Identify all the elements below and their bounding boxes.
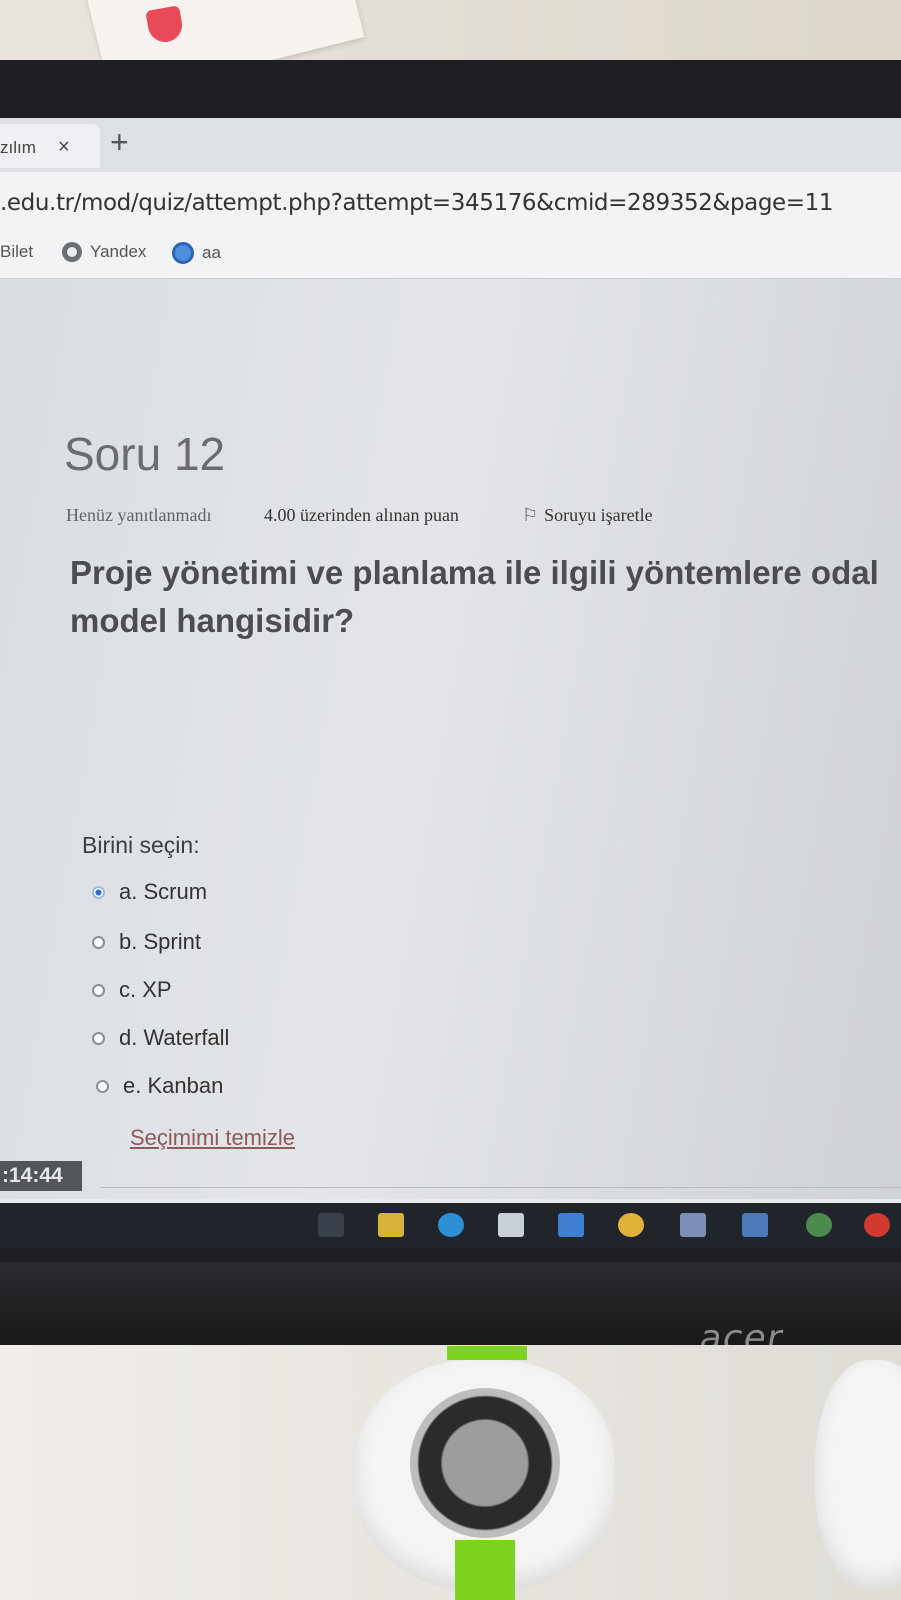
option-label: a. Scrum [119,879,208,904]
radio-selected[interactable] [92,885,105,899]
question-text: Proje yönetimi ve planlama ile ilgili yö… [70,549,901,645]
chrome-icon[interactable] [618,1213,644,1237]
screen: zılım × + .edu.tr/mod/quiz/attempt.php?a… [0,118,901,1248]
bookmark-yandex[interactable]: Yandex [62,242,146,262]
browser-tab[interactable]: zılım × [0,124,100,168]
option-b[interactable]: b. Sprint [92,929,201,955]
quiz-timer: :14:44 [0,1161,82,1191]
option-label: b. Sprint [119,929,201,954]
url-text[interactable]: .edu.tr/mod/quiz/attempt.php?attempt=345… [0,190,834,216]
divider [100,1187,901,1188]
bookmark-label: aa [202,243,221,262]
speaker-right [815,1360,901,1590]
flag-icon: ⚐ [522,505,539,525]
question-line-2: model hangisidir? [70,602,355,639]
radio-unselected[interactable] [96,1079,109,1093]
quiz-content: Soru 12 Henüz yanıtlanmadı 4.00 üzerinde… [0,279,901,1199]
question-status: Henüz yanıtlanmadı [66,505,212,525]
question-points: 4.00 üzerinden alınan puan [264,505,459,525]
question-line-1: Proje yönetimi ve planlama ile ilgili yö… [70,554,879,591]
task-view-icon[interactable] [318,1213,344,1237]
radio-unselected[interactable] [92,935,105,949]
photos-icon[interactable] [680,1213,706,1237]
tab-bar: zılım × + [0,118,901,172]
speaker-stripe [447,1346,527,1360]
radio-unselected[interactable] [92,1031,105,1045]
option-e[interactable]: e. Kanban [96,1073,223,1099]
option-label: e. Kanban [123,1073,224,1098]
mail-icon[interactable] [558,1213,584,1237]
flag-label: Soruyu işaretle [544,505,653,525]
edge-icon[interactable] [438,1213,464,1237]
file-explorer-icon[interactable] [378,1213,404,1237]
bookmark-label: Bilet [0,242,34,261]
close-tab-icon[interactable]: × [58,136,70,159]
choose-label: Birini seçin: [82,832,200,858]
store-icon[interactable] [498,1213,524,1237]
speaker-stripe [455,1540,515,1600]
flag-question-link[interactable]: ⚐ Soruyu işaretle [522,505,653,526]
speaker-cone [410,1388,560,1538]
bookmark-bilet[interactable]: Bilet [0,242,33,262]
taskbar [0,1203,901,1248]
question-title: Soru 12 [64,428,226,480]
app-cube-icon[interactable] [742,1213,768,1237]
clear-choice-link[interactable]: Seçimimi temizle [130,1125,295,1151]
bookmarks-bar: Bilet Yandex aa [0,234,901,279]
address-bar[interactable]: .edu.tr/mod/quiz/attempt.php?attempt=345… [0,172,901,234]
globe-icon [62,242,82,262]
opera-icon[interactable] [864,1213,890,1237]
option-d[interactable]: d. Waterfall [92,1025,229,1051]
bookmark-label: Yandex [90,242,147,261]
chrome-alt-icon[interactable] [806,1213,832,1237]
tab-label: zılım [0,138,36,157]
speaker-left [355,1346,615,1600]
new-tab-button[interactable]: + [110,124,129,161]
radio-unselected[interactable] [92,983,105,997]
option-c[interactable]: c. XP [92,977,172,1003]
option-label: c. XP [119,977,172,1002]
option-label: d. Waterfall [119,1025,230,1050]
bookmark-circle-icon [172,242,194,264]
bookmark-aa[interactable]: aa [172,242,221,264]
option-a[interactable]: a. Scrum [92,879,207,905]
